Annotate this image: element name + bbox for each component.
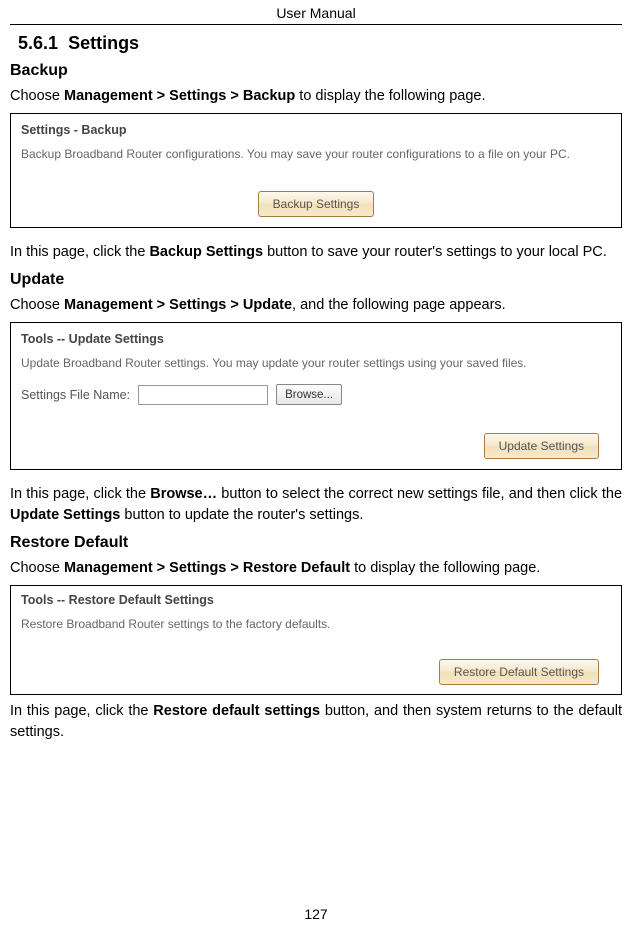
restore-screenshot: Tools -- Restore Default Settings Restor… [10, 585, 622, 695]
breadcrumb: Management > Settings > Update [64, 297, 292, 313]
restore-intro: Choose Management > Settings > Restore D… [10, 558, 622, 579]
update-screenshot: Tools -- Update Settings Update Broadban… [10, 322, 622, 470]
screenshot-title: Settings - Backup [21, 123, 611, 137]
button-row: Update Settings [21, 433, 611, 459]
button-reference: Update Settings [10, 507, 120, 523]
page-number: 127 [0, 906, 632, 922]
backup-outro: In this page, click the Backup Settings … [10, 242, 622, 263]
update-heading: Update [10, 271, 622, 289]
text: Choose [10, 297, 64, 313]
page-header: User Manual [10, 0, 622, 25]
button-row: Restore Default Settings [21, 659, 611, 685]
button-reference: Restore default settings [153, 703, 320, 719]
text: Choose [10, 88, 64, 104]
text: In this page, click the [10, 703, 153, 719]
breadcrumb: Management > Settings > Backup [64, 88, 295, 104]
screenshot-description: Update Broadband Router settings. You ma… [21, 356, 611, 370]
backup-screenshot: Settings - Backup Backup Broadband Route… [10, 113, 622, 228]
text: button to select the correct new setting… [217, 486, 622, 502]
text: to display the following page. [295, 88, 485, 104]
section-number: 5.6.1 [18, 33, 58, 53]
text: In this page, click the [10, 486, 150, 502]
restore-outro: In this page, click the Restore default … [10, 701, 622, 743]
button-reference: Browse… [150, 486, 217, 502]
screenshot-title: Tools -- Restore Default Settings [21, 593, 611, 607]
text: , and the following page appears. [292, 297, 506, 313]
browse-button[interactable]: Browse... [276, 384, 342, 405]
update-intro: Choose Management > Settings > Update, a… [10, 295, 622, 316]
page-content: 5.6.1 Settings Backup Choose Management … [0, 25, 632, 743]
text: Choose [10, 560, 64, 576]
restore-default-button[interactable]: Restore Default Settings [439, 659, 599, 685]
screenshot-title: Tools -- Update Settings [21, 332, 611, 346]
text: to display the following page. [350, 560, 540, 576]
backup-intro: Choose Management > Settings > Backup to… [10, 86, 622, 107]
screenshot-description: Backup Broadband Router configurations. … [21, 147, 611, 161]
update-settings-button[interactable]: Update Settings [484, 433, 599, 459]
restore-heading: Restore Default [10, 534, 622, 552]
breadcrumb: Management > Settings > Restore Default [64, 560, 350, 576]
button-reference: Backup Settings [149, 244, 263, 260]
text: In this page, click the [10, 244, 149, 260]
text: button to update the router's settings. [120, 507, 363, 523]
backup-settings-button[interactable]: Backup Settings [258, 191, 375, 217]
file-label: Settings File Name: [21, 388, 130, 402]
update-outro: In this page, click the Browse… button t… [10, 484, 622, 526]
section-heading: 5.6.1 Settings [18, 33, 622, 54]
settings-file-input[interactable] [138, 385, 268, 405]
section-title: Settings [68, 33, 139, 53]
button-row: Backup Settings [21, 191, 611, 217]
text: button to save your router's settings to… [263, 244, 607, 260]
file-row: Settings File Name: Browse... [21, 384, 611, 405]
screenshot-description: Restore Broadband Router settings to the… [21, 617, 611, 631]
backup-heading: Backup [10, 62, 622, 80]
